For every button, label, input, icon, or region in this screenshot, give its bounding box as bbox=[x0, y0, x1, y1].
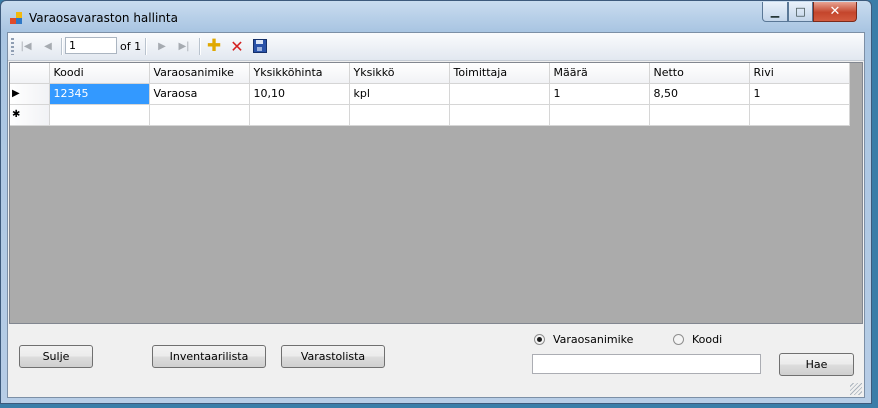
close-button[interactable]: Sulje bbox=[19, 345, 93, 368]
grid-cell[interactable] bbox=[649, 104, 750, 126]
grid-cell[interactable]: 10,10 bbox=[249, 83, 350, 105]
column-header[interactable]: Määrä bbox=[549, 63, 650, 84]
grid-header-row: Koodi Varaosanimike Yksikköhinta Yksikkö Toi… bbox=[10, 63, 850, 84]
grid-cell[interactable]: 1 bbox=[749, 83, 850, 105]
radio-unselected-icon[interactable] bbox=[673, 334, 684, 345]
new-row-marker-icon[interactable]: ✱ bbox=[10, 104, 50, 126]
minimize-button[interactable]: ▁ bbox=[762, 2, 788, 22]
inventory-list-button[interactable]: Inventaarilista bbox=[152, 345, 266, 368]
delete-icon[interactable]: ✕ bbox=[228, 37, 246, 56]
grid-cell[interactable] bbox=[149, 104, 250, 126]
record-count-label: of 1 bbox=[120, 40, 142, 53]
window-title: Varaosavaraston hallinta bbox=[29, 11, 178, 25]
app-icon bbox=[10, 12, 22, 24]
main-window: Varaosavaraston hallinta ▁ □ ✕ |◀ ◀ of 1… bbox=[0, 0, 872, 404]
radio-koodi[interactable]: Koodi bbox=[673, 333, 722, 346]
grid-cell[interactable] bbox=[749, 104, 850, 126]
column-header[interactable]: Rivi bbox=[749, 63, 850, 84]
grid-corner-header[interactable] bbox=[10, 63, 50, 84]
column-header[interactable]: Yksikköhinta bbox=[249, 63, 350, 84]
radio-varaosanimike[interactable]: Varaosanimike bbox=[534, 333, 633, 346]
resize-grip[interactable] bbox=[850, 383, 862, 395]
toolbar-separator bbox=[199, 38, 201, 55]
grid-cell[interactable]: 8,50 bbox=[649, 83, 750, 105]
grid-cell[interactable] bbox=[449, 104, 550, 126]
grid-cell[interactable] bbox=[49, 104, 150, 126]
grid-cell[interactable]: kpl bbox=[349, 83, 450, 105]
new-row[interactable]: ✱ bbox=[10, 104, 850, 126]
radio-label-koodi: Koodi bbox=[692, 333, 723, 346]
save-icon[interactable] bbox=[251, 37, 269, 55]
close-window-button[interactable]: ✕ bbox=[813, 2, 857, 22]
title-bar[interactable]: Varaosavaraston hallinta ▁ □ ✕ bbox=[1, 1, 871, 31]
grid-cell[interactable] bbox=[449, 83, 550, 105]
grid-cell[interactable] bbox=[349, 104, 450, 126]
grid-cell[interactable] bbox=[249, 104, 350, 126]
last-record-icon[interactable]: ▶| bbox=[175, 37, 193, 55]
grid-cell[interactable]: 12345 bbox=[49, 83, 150, 105]
toolbar-separator bbox=[145, 38, 147, 55]
current-row-indicator-icon[interactable]: ▶ bbox=[10, 83, 50, 105]
grid-table: Koodi Varaosanimike Yksikköhinta Yksikkö Toi… bbox=[10, 63, 850, 126]
binding-navigator: |◀ ◀ of 1 ▶ ▶| ✚ ✕ bbox=[8, 33, 864, 61]
radio-label-varaosanimike: Varaosanimike bbox=[553, 333, 634, 346]
record-position-input[interactable] bbox=[65, 37, 117, 54]
toolbar-grip[interactable] bbox=[11, 38, 14, 55]
radio-selected-icon[interactable] bbox=[534, 334, 545, 345]
previous-record-icon[interactable]: ◀ bbox=[39, 37, 57, 55]
next-record-icon[interactable]: ▶ bbox=[153, 37, 171, 55]
column-header[interactable]: Netto bbox=[649, 63, 750, 84]
toolbar-separator bbox=[61, 38, 63, 55]
search-input[interactable] bbox=[532, 354, 761, 374]
column-header[interactable]: Toimittaja bbox=[449, 63, 550, 84]
form-client-area: |◀ ◀ of 1 ▶ ▶| ✚ ✕ KoodiVaraosanimikeYks… bbox=[7, 32, 865, 398]
grid-cell[interactable]: Varaosa bbox=[149, 83, 250, 105]
column-header[interactable]: Yksikkö bbox=[349, 63, 450, 84]
search-button[interactable]: Hae bbox=[779, 353, 854, 376]
parts-data-grid[interactable]: Koodi Varaosanimike Yksikköhinta Yksikkö Toi… bbox=[9, 62, 863, 324]
first-record-icon[interactable]: |◀ bbox=[17, 37, 35, 55]
maximize-button[interactable]: □ bbox=[788, 2, 813, 22]
grid-cell[interactable] bbox=[549, 104, 650, 126]
grid-cell[interactable]: 1 bbox=[549, 83, 650, 105]
stock-list-button[interactable]: Varastolista bbox=[281, 345, 385, 368]
column-header[interactable]: Koodi bbox=[49, 63, 150, 84]
column-header[interactable]: Varaosanimike bbox=[149, 63, 250, 84]
add-new-icon[interactable]: ✚ bbox=[205, 36, 223, 56]
table-row[interactable]: ▶ 12345 Varaosa 10,10 kpl 1 8,50 1 bbox=[10, 83, 850, 105]
